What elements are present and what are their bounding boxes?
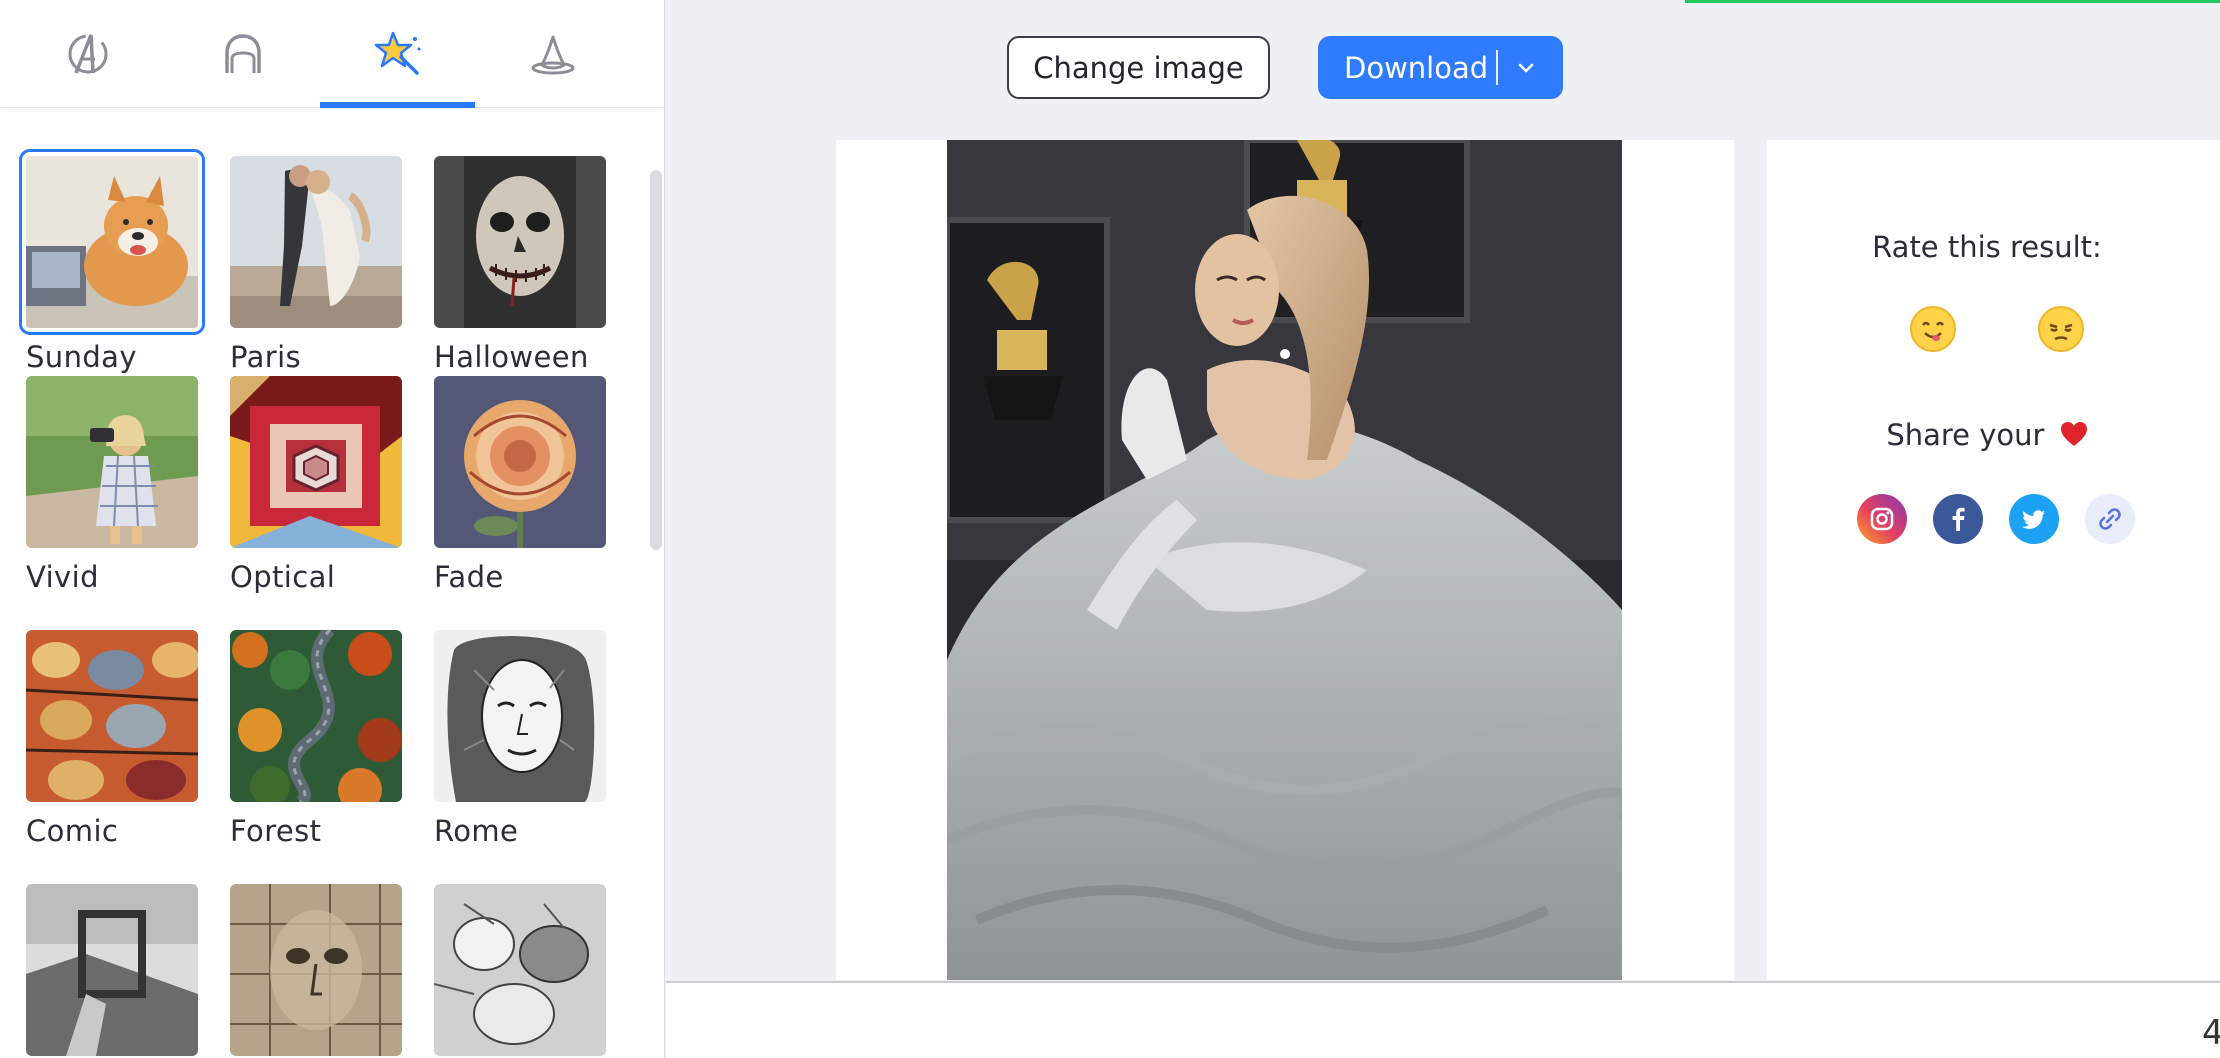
smiling-face-icon[interactable]	[1909, 305, 1957, 353]
magic-star-icon	[374, 31, 420, 75]
effect-fade[interactable]: Fade	[434, 376, 609, 594]
facebook-button[interactable]	[1933, 494, 1983, 544]
effect-thumbnail	[230, 156, 402, 328]
effect-thumbnail	[19, 149, 205, 335]
effect-label: Halloween	[434, 340, 589, 374]
effect-thumbnail	[26, 630, 198, 802]
result-image	[947, 140, 1622, 980]
share-title-text: Share your	[1886, 418, 2045, 452]
twitter-button[interactable]	[2009, 494, 2059, 544]
effect-paris[interactable]: Paris	[230, 156, 405, 374]
effect-item[interactable]	[230, 884, 405, 1058]
twitter-icon	[2022, 510, 2045, 529]
tab-witch[interactable]	[475, 0, 630, 108]
pensive-face-icon[interactable]	[2037, 305, 2085, 353]
effect-label: Forest	[230, 814, 322, 848]
share-title: Share your	[1767, 418, 2207, 452]
change-image-label: Change image	[1033, 50, 1244, 85]
download-label: Download	[1344, 50, 1489, 85]
effect-optical[interactable]: Optical	[230, 376, 405, 594]
effect-thumbnail	[230, 630, 402, 802]
effects-grid: Sunday Paris Halloween Vivid Optical Fad…	[0, 148, 650, 1058]
copy-link-icon	[2099, 508, 2121, 530]
rate-title: Rate this result:	[1872, 230, 2102, 264]
effect-sunday[interactable]: Sunday	[19, 149, 205, 374]
effect-thumbnail	[434, 884, 606, 1056]
category-tabs	[0, 0, 664, 108]
effect-thumbnail	[230, 884, 402, 1056]
app-root: Sunday Paris Halloween Vivid Optical Fad…	[0, 0, 2220, 1058]
effect-item[interactable]	[26, 884, 201, 1058]
feedback-card: Rate this result: Share your	[1767, 140, 2220, 980]
download-button[interactable]: Download	[1318, 36, 1563, 99]
effects-scrollbar[interactable]	[650, 170, 662, 550]
effect-thumbnail	[434, 630, 606, 802]
effect-label: Fade	[434, 560, 504, 594]
effect-vivid[interactable]: Vivid	[26, 376, 201, 594]
effect-rome[interactable]: Rome	[434, 630, 609, 848]
copy-link-button[interactable]	[2085, 494, 2135, 544]
effect-item[interactable]	[434, 884, 609, 1058]
button-divider	[1496, 50, 1498, 85]
effect-label: Rome	[434, 814, 519, 848]
effect-thumbnail	[26, 884, 198, 1056]
instagram-icon	[1870, 507, 1894, 531]
effect-thumbnail	[434, 156, 606, 328]
effect-label: Comic	[26, 814, 119, 848]
bottom-indicator: 4	[2202, 1013, 2220, 1053]
effect-thumbnail	[434, 376, 606, 548]
tab-helmet[interactable]	[165, 0, 320, 108]
effect-thumbnail	[26, 376, 198, 548]
avengers-icon	[68, 34, 107, 74]
effect-label: Optical	[230, 560, 336, 594]
tab-avengers[interactable]	[10, 0, 165, 108]
effect-thumbnail	[230, 376, 402, 548]
effects-panel: Sunday Paris Halloween Vivid Optical Fad…	[0, 0, 665, 1058]
effect-label: Vivid	[26, 560, 99, 594]
helmet-icon	[224, 34, 261, 73]
tab-magic[interactable]	[320, 0, 475, 108]
heart-icon	[2060, 422, 2087, 446]
witch-hat-icon	[531, 35, 574, 75]
bottom-bar: 4	[666, 981, 2220, 1058]
change-image-button[interactable]: Change image	[1007, 36, 1270, 99]
effect-label: Paris	[230, 340, 302, 374]
effect-halloween[interactable]: Halloween	[434, 156, 609, 374]
instagram-button[interactable]	[1857, 494, 1907, 544]
facebook-icon	[1952, 507, 1965, 531]
chevron-down-icon[interactable]	[1514, 56, 1538, 80]
effect-forest[interactable]: Forest	[230, 630, 405, 848]
progress-bar	[1685, 0, 2220, 3]
effect-label: Sunday	[26, 340, 137, 374]
effect-comic[interactable]: Comic	[26, 630, 201, 848]
